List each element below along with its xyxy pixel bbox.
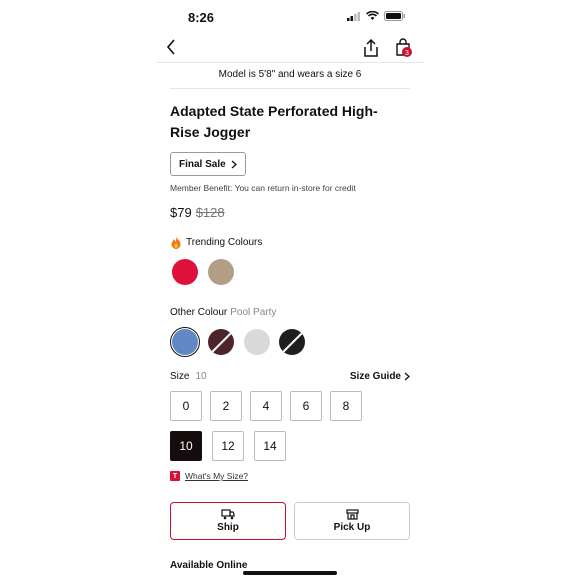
model-note: Model is 5'8" and wears a size 6	[218, 69, 362, 80]
size-option[interactable]: 8	[330, 391, 362, 421]
share-button[interactable]	[362, 38, 380, 58]
whats-my-size-link[interactable]: What's My Size?	[185, 471, 248, 481]
colour-swatch-dark-brown[interactable]	[208, 329, 234, 355]
colour-swatch-pool-party[interactable]	[172, 329, 198, 355]
battery-icon	[384, 11, 405, 21]
note-divider	[170, 88, 410, 89]
member-benefit: Member Benefit: You can return in-store …	[170, 183, 356, 193]
size-option[interactable]: 2	[210, 391, 242, 421]
shopping-bag-icon: 3	[396, 38, 412, 57]
fire-icon	[171, 236, 181, 249]
signal-icon	[347, 11, 360, 21]
chevron-right-icon	[404, 372, 410, 381]
trending-colours-label: Trending Colours	[170, 236, 262, 249]
back-button[interactable]	[166, 38, 176, 60]
colour-swatch-light-grey[interactable]	[244, 329, 270, 355]
header-divider	[156, 62, 424, 63]
colour-swatch-black[interactable]	[279, 329, 305, 355]
final-sale-button[interactable]: Final Sale	[170, 152, 246, 176]
ship-label: Ship	[217, 522, 239, 533]
original-price: $128	[195, 205, 225, 220]
size-option[interactable]: 6	[290, 391, 322, 421]
size-guide-link[interactable]: Size Guide	[350, 371, 410, 382]
home-indicator[interactable]	[243, 571, 337, 575]
ship-option-button[interactable]: Ship	[170, 502, 286, 540]
other-colour-label: Other Colour Pool Party	[170, 307, 276, 318]
bag-count: 3	[405, 50, 409, 57]
trending-swatch-tan[interactable]	[208, 259, 234, 285]
status-icons	[347, 11, 406, 21]
price-block: $79 $128	[170, 205, 225, 220]
wifi-icon	[366, 11, 379, 20]
pickup-option-button[interactable]: Pick Up	[294, 502, 410, 540]
size-option[interactable]: 0	[170, 391, 202, 421]
trending-swatch-red[interactable]	[172, 259, 198, 285]
truck-icon	[221, 509, 235, 520]
bag-button[interactable]: 3	[394, 38, 412, 58]
selected-size-value: 10	[195, 371, 207, 382]
pickup-label: Pick Up	[333, 522, 371, 533]
final-sale-label: Final Sale	[179, 158, 226, 170]
selected-colour-name: Pool Party	[230, 307, 277, 318]
size-guide-label: Size Guide	[349, 371, 401, 382]
current-price: $79	[170, 205, 192, 220]
t-badge-icon: T	[170, 471, 180, 481]
size-option[interactable]: 4	[250, 391, 282, 421]
whats-my-size: T What's My Size?	[170, 471, 248, 481]
status-time: 8:26	[188, 10, 215, 25]
trending-colours-text: Trending Colours	[186, 237, 263, 248]
store-icon	[345, 509, 359, 520]
size-option[interactable]: 12	[212, 431, 244, 461]
other-colour-text: Other Colour	[170, 307, 228, 318]
size-text: Size	[170, 371, 190, 382]
chevron-left-icon	[166, 39, 175, 55]
chevron-right-icon	[231, 160, 237, 168]
product-title: Adapted State Perforated High-Rise Jogge…	[170, 103, 378, 140]
share-icon	[364, 38, 378, 57]
available-online-heading: Available Online	[170, 560, 248, 571]
size-label: Size 10	[170, 371, 207, 382]
phone-screen: 8:26 3 Model is 5'8" and wears a size 6 …	[156, 0, 424, 580]
size-option[interactable]: 14	[254, 431, 286, 461]
size-option-selected[interactable]: 10	[170, 431, 202, 461]
